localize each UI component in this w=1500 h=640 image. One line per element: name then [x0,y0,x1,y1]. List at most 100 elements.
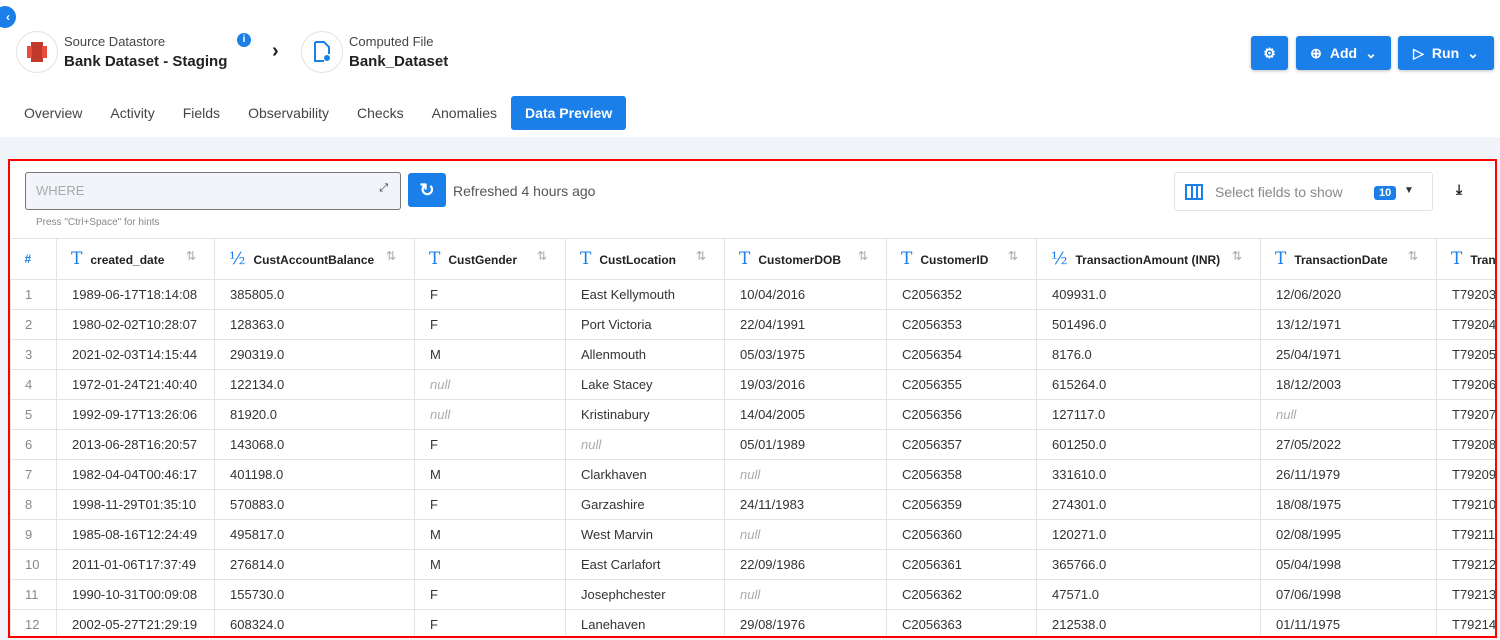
tab-overview[interactable]: Overview [10,96,96,130]
table-row[interactable]: 3 2021-02-03T14:15:44 290319.0 M Allenmouth 0… [10,339,1495,370]
sort-icon[interactable]: ⇅ [1232,249,1242,263]
table-cell: F [414,429,566,460]
table-cell: null [724,579,887,610]
table-row[interactable]: 2 1980-02-02T10:28:07 128363.0 F Port Victor… [10,309,1495,340]
table-cell: M [414,459,566,490]
column-name: CustomerID [920,253,989,267]
expand-icon[interactable]: ⤢ [379,182,388,195]
chevron-left-icon: ‹ [6,10,10,24]
hint-text: Press "Ctrl+Space" for hints [36,217,160,228]
table-row[interactable]: 8 1998-11-29T01:35:10 570883.0 F Garzashire 2… [10,489,1495,520]
column-header-customerid[interactable]: T CustomerID ⇅ [886,238,1037,280]
table-cell: 601250.0 [1036,429,1261,460]
table-cell: Lake Stacey [565,369,725,400]
column-name: TransactionDate [1294,253,1388,267]
table-cell: M [414,519,566,550]
table-cell: 05/04/1998 [1260,549,1437,580]
table-cell: 143068.0 [214,429,415,460]
table-cell: 409931.0 [1036,279,1261,310]
table-row[interactable]: 11 1990-10-31T00:09:08 155730.0 F Josephches… [10,579,1495,610]
table-cell: 608324.0 [214,609,415,636]
table-row[interactable]: 12 2002-05-27T21:29:19 608324.0 F Lanehaven 2… [10,609,1495,636]
tab-fields[interactable]: Fields [169,96,234,130]
play-circle-icon: ▷ [1413,44,1424,61]
table-row[interactable]: 10 2011-01-06T17:37:49 276814.0 M East Carla… [10,549,1495,580]
sort-icon[interactable]: ⇅ [696,249,706,263]
sort-icon[interactable]: ⇅ [1008,249,1018,263]
select-fields-dropdown[interactable]: Select fields to show 10 ▼ [1174,172,1433,211]
download-icon[interactable]: ⤓ [1456,181,1462,198]
where-input[interactable]: WHERE ⤢ [25,172,401,210]
table-cell: T79209 [1436,459,1495,490]
column-header-tran[interactable]: T Tran [1436,238,1496,280]
text-type-icon: T [901,249,913,269]
column-header-custgender[interactable]: T CustGender ⇅ [414,238,566,280]
column-header-custaccountbalance[interactable]: ½ CustAccountBalance ⇅ [214,238,415,280]
table-cell: 401198.0 [214,459,415,490]
table-cell: C2056357 [886,429,1037,460]
source-datastore-crumb[interactable]: Source Datastore Bank Dataset - Staging [16,31,227,73]
sort-icon[interactable]: ⇅ [858,249,868,263]
table-cell: 29/08/1976 [724,609,887,636]
collapse-sidebar-button[interactable]: ‹ [0,6,16,28]
table-cell: F [414,609,566,636]
table-cell: T79211 [1436,519,1495,550]
chevron-down-icon: ⌄ [1365,44,1377,61]
table-row[interactable]: 4 1972-01-24T21:40:40 122134.0 null Lake Sta… [10,369,1495,400]
sort-icon[interactable]: ⇅ [1408,249,1418,263]
computed-file-crumb[interactable]: Computed File Bank_Dataset [301,31,448,73]
add-button[interactable]: ⊕ Add ⌄ [1296,36,1391,70]
settings-button[interactable]: ⚙ [1251,36,1288,70]
datastore-icon [16,31,58,73]
tab-activity[interactable]: Activity [96,96,168,130]
table-cell: C2056362 [886,579,1037,610]
sort-icon[interactable]: ⇅ [537,249,547,263]
table-row[interactable]: 9 1985-08-16T12:24:49 495817.0 M West Marvin… [10,519,1495,550]
sort-icon[interactable]: ⇅ [386,249,396,263]
table-cell: 1972-01-24T21:40:40 [56,369,215,400]
table-cell: null [724,519,887,550]
refresh-icon: ↻ [419,180,435,200]
data-preview-panel: WHERE ⤢ Press "Ctrl+Space" for hints ↻ Re… [8,159,1497,638]
text-type-icon: T [429,249,441,269]
table-cell: T79208 [1436,429,1495,460]
table-row[interactable]: 6 2013-06-28T16:20:57 143068.0 Fnull 05/01/1… [10,429,1495,460]
refresh-button[interactable]: ↻ [408,173,446,207]
table-cell: East Kellymouth [565,279,725,310]
tab-data-preview[interactable]: Data Preview [511,96,627,130]
column-header-custlocation[interactable]: T CustLocation ⇅ [565,238,725,280]
table-cell: 1998-11-29T01:35:10 [56,489,215,520]
info-icon[interactable]: i [237,33,251,47]
table-cell: null [724,459,887,490]
column-header-customerdob[interactable]: T CustomerDOB ⇅ [724,238,887,280]
refreshed-status: Refreshed 4 hours ago [453,183,596,199]
table-row[interactable]: 7 1982-04-04T00:46:17 401198.0 M Clarkhaven n… [10,459,1495,490]
table-cell: East Carlafort [565,549,725,580]
column-header-created-date[interactable]: Tcreated_date ⇅ [56,238,215,280]
tab-anomalies[interactable]: Anomalies [418,96,511,130]
column-name: Tran [1470,253,1496,267]
table-cell: C2056354 [886,339,1037,370]
column-header-transactiondate[interactable]: T TransactionDate ⇅ [1260,238,1437,280]
chevron-down-icon: ⌄ [1467,44,1479,61]
text-type-icon: T [71,249,83,269]
table-cell: 02/08/1995 [1260,519,1437,550]
table-row[interactable]: 1 1989-06-17T18:14:08 385805.0 F East Kellym… [10,279,1495,310]
column-header-transactionamount-inr[interactable]: ½ TransactionAmount (INR) ⇅ [1036,238,1261,280]
fields-count-badge: 10 [1374,186,1397,200]
table-cell: 128363.0 [214,309,415,340]
gear-icon: ⚙ [1263,44,1276,61]
numeric-type-icon: ½ [1051,249,1068,269]
row-number: 6 [10,429,57,460]
table-cell: West Marvin [565,519,725,550]
table-cell: 1989-06-17T18:14:08 [56,279,215,310]
tab-observability[interactable]: Observability [234,96,343,130]
tab-checks[interactable]: Checks [343,96,418,130]
table-cell: 12/06/2020 [1260,279,1437,310]
table-cell: 122134.0 [214,369,415,400]
table-cell: 2021-02-03T14:15:44 [56,339,215,370]
sort-icon[interactable]: ⇅ [186,249,196,263]
table-cell: 495817.0 [214,519,415,550]
run-button[interactable]: ▷ Run ⌄ [1398,36,1494,70]
table-row[interactable]: 5 1992-09-17T13:26:06 81920.0 null Kristinab… [10,399,1495,430]
